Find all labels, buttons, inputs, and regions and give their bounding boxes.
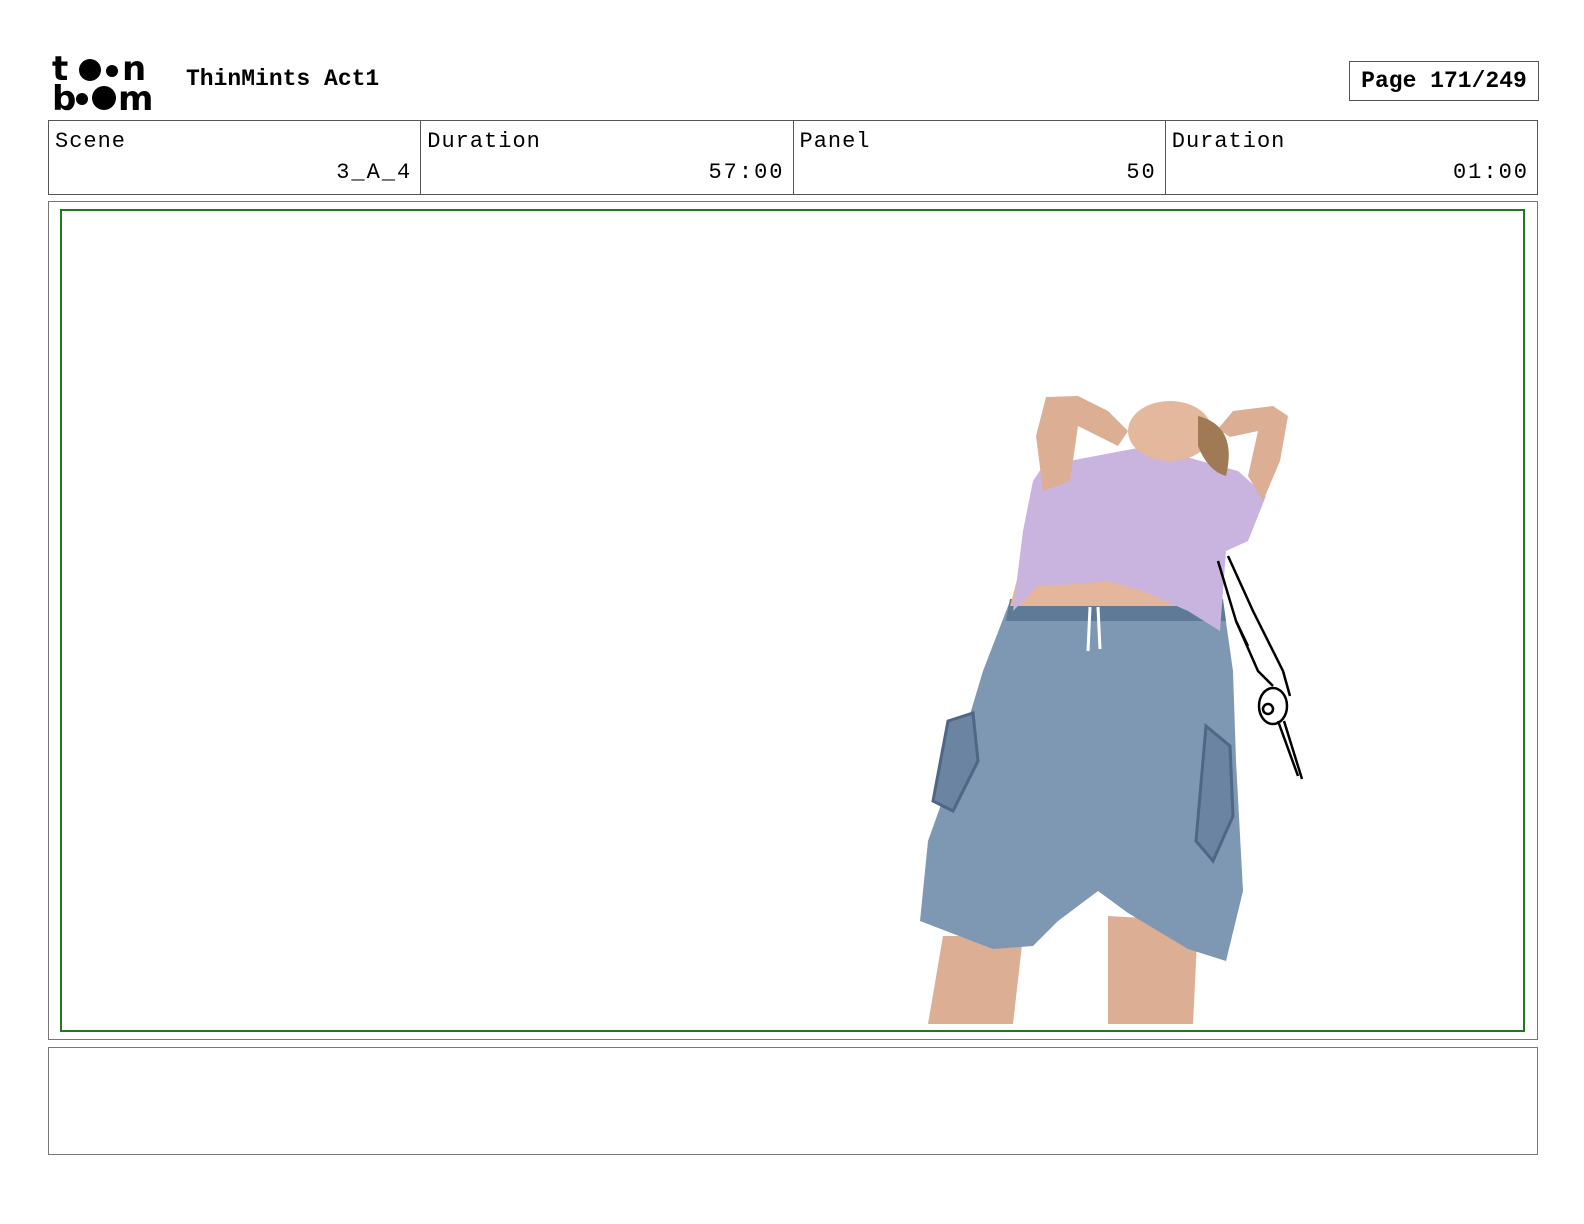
panel-duration-cell: Duration 01:00 bbox=[1166, 121, 1537, 194]
toon-boom-logo: t n b m bbox=[52, 49, 164, 119]
page-number-box: Page 171/249 bbox=[1349, 61, 1539, 101]
panel-label: Panel bbox=[799, 129, 871, 154]
scene-label: Scene bbox=[55, 129, 127, 154]
scene-duration-label: Duration bbox=[427, 129, 541, 154]
svg-text:m: m bbox=[118, 79, 153, 112]
page-number-label: Page 171/249 bbox=[1361, 68, 1527, 94]
scene-duration-cell: Duration 57:00 bbox=[421, 121, 794, 194]
project-title: ThinMints Act1 bbox=[186, 66, 380, 92]
scene-duration-value: 57:00 bbox=[708, 160, 785, 185]
svg-text:b: b bbox=[52, 79, 76, 112]
panel-notes-box[interactable] bbox=[48, 1047, 1538, 1155]
panel-value: 50 bbox=[1126, 160, 1157, 185]
panel-duration-label: Duration bbox=[1171, 129, 1286, 154]
scene-info-bar: Scene 3_A_4 Duration 57:00 Panel 50 Dura… bbox=[48, 120, 1538, 195]
safe-area-guide bbox=[60, 209, 1525, 1032]
scene-cell: Scene 3_A_4 bbox=[49, 121, 422, 194]
scene-value: 3_A_4 bbox=[336, 160, 413, 185]
panel-duration-value: 01:00 bbox=[1452, 160, 1529, 185]
panel-cell: Panel 50 bbox=[794, 121, 1166, 194]
